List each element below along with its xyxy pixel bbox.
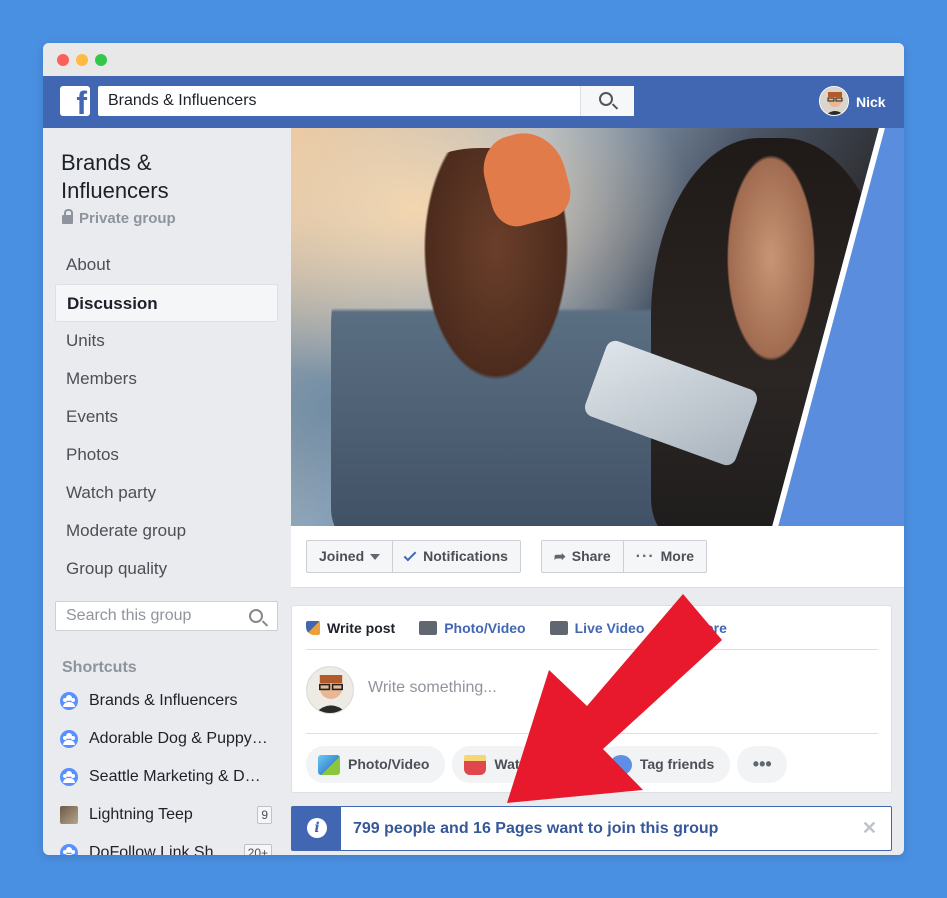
shortcut-label: Seattle Marketing & Design <box>89 768 269 785</box>
membership-buttons: Joined Notifications <box>306 540 521 573</box>
pencil-icon <box>306 621 320 635</box>
write-placeholder: Write something... <box>368 679 497 696</box>
search-value: Brands & Influencers <box>108 92 257 109</box>
group-icon <box>60 844 78 855</box>
group-privacy: Private group <box>62 209 176 227</box>
shortcut-item[interactable]: Brands & Influencers <box>60 682 278 720</box>
group-search-input[interactable]: Search this group <box>55 601 278 631</box>
group-title[interactable]: Brands & Influencers <box>61 149 261 205</box>
more-options-button[interactable]: ••• <box>737 746 788 783</box>
tab-live-video[interactable]: Live Video <box>549 606 669 650</box>
shortcut-item[interactable]: Lightning Teep 9 <box>60 796 278 834</box>
tab-photo-video[interactable]: Photo/Video <box>419 606 549 650</box>
nav-item-about[interactable]: About <box>55 246 278 284</box>
shortcut-label: Adorable Dog & Puppy Videos <box>89 730 269 747</box>
nav-item-moderate-group[interactable]: Moderate group <box>55 512 278 550</box>
avatar <box>819 86 849 116</box>
tab-write-post[interactable]: Write post <box>306 606 419 650</box>
group-cover-photo[interactable] <box>291 128 904 526</box>
nav-item-events[interactable]: Events <box>55 398 278 436</box>
tag-friends-icon <box>609 754 632 775</box>
tab-more[interactable]: More <box>668 606 750 650</box>
nav-item-discussion[interactable]: Discussion <box>55 284 278 322</box>
camera-icon <box>419 621 438 635</box>
group-icon <box>60 730 78 748</box>
group-icon <box>60 768 78 786</box>
share-more-buttons: ➦ Share ··· More <box>541 540 708 573</box>
more-icon: ••• <box>752 754 772 774</box>
more-button[interactable]: ··· More <box>624 541 706 572</box>
join-requests-text[interactable]: 799 people and 16 Pages want to join thi… <box>353 820 718 838</box>
close-icon[interactable]: ✕ <box>862 818 877 839</box>
shortcut-label: Lightning Teep <box>89 806 193 823</box>
group-icon <box>60 692 78 710</box>
photo-icon <box>60 806 78 824</box>
global-search-input[interactable]: Brands & Influencers <box>98 86 634 116</box>
avatar <box>306 666 354 714</box>
shortcuts-heading: Shortcuts <box>62 659 137 676</box>
info-icon-box: i <box>292 807 341 850</box>
shortcut-item[interactable]: DoFollow Link Sharing 20+ <box>60 834 278 855</box>
shortcut-label: DoFollow Link Sharing <box>89 844 235 855</box>
group-actions-bar: Joined Notifications ➦ Share ··· More <box>291 526 904 588</box>
watch-party-pill-button[interactable]: Watch Party <box>452 746 591 783</box>
shortcut-badge: 20+ <box>243 844 272 855</box>
info-icon: i <box>307 818 327 838</box>
tag-friends-pill-button[interactable]: Tag friends <box>597 746 731 783</box>
popcorn-icon <box>464 754 487 775</box>
user-name: Nick <box>856 94 886 110</box>
share-button[interactable]: ➦ Share <box>542 541 624 572</box>
maximize-window-button[interactable] <box>95 54 107 66</box>
lock-icon <box>62 209 73 224</box>
post-composer: Write post Photo/Video Live Video More W… <box>291 605 892 793</box>
composer-pills: Photo/Video Watch Party Tag friends ••• <box>306 746 788 783</box>
join-requests-notice[interactable]: i 799 people and 16 Pages want to join t… <box>291 806 892 851</box>
nav-item-watch-party[interactable]: Watch party <box>55 474 278 512</box>
facebook-logo-icon[interactable]: f <box>60 86 90 116</box>
check-icon <box>403 548 417 561</box>
window-titlebar <box>43 43 904 76</box>
nav-item-units[interactable]: Units <box>55 322 278 360</box>
search-icon <box>249 609 263 623</box>
more-icon <box>668 621 687 635</box>
browser-window: f Brands & Influencers Nick Brands & Inf… <box>43 43 904 855</box>
group-search-placeholder: Search this group <box>66 607 192 624</box>
shortcut-item[interactable]: Seattle Marketing & Design <box>60 758 278 796</box>
nav-item-photos[interactable]: Photos <box>55 436 278 474</box>
search-button[interactable] <box>580 86 634 116</box>
close-window-button[interactable] <box>57 54 69 66</box>
photo-icon <box>318 754 340 775</box>
chevron-down-icon <box>370 553 381 560</box>
share-icon: ➦ <box>554 548 566 564</box>
shortcuts-list: Brands & Influencers Adorable Dog & Pupp… <box>60 682 278 855</box>
photo-video-pill-button[interactable]: Photo/Video <box>306 746 446 783</box>
search-icon <box>599 92 613 106</box>
facebook-top-bar: f Brands & Influencers Nick <box>43 76 904 128</box>
shortcut-badge: 9 <box>257 806 272 824</box>
joined-button[interactable]: Joined <box>307 541 394 572</box>
group-nav: About Discussion Units Members Events Ph… <box>55 246 278 588</box>
notifications-button[interactable]: Notifications <box>393 541 520 572</box>
write-something-input[interactable]: Write something... <box>306 664 878 734</box>
nav-item-members[interactable]: Members <box>55 360 278 398</box>
shortcut-label: Brands & Influencers <box>89 692 238 709</box>
composer-tabs: Write post Photo/Video Live Video More <box>306 606 878 650</box>
shortcut-item[interactable]: Adorable Dog & Puppy Videos <box>60 720 278 758</box>
more-icon: ··· <box>635 548 655 565</box>
video-camera-icon <box>549 621 568 635</box>
minimize-window-button[interactable] <box>76 54 88 66</box>
nav-item-group-quality[interactable]: Group quality <box>55 550 278 588</box>
